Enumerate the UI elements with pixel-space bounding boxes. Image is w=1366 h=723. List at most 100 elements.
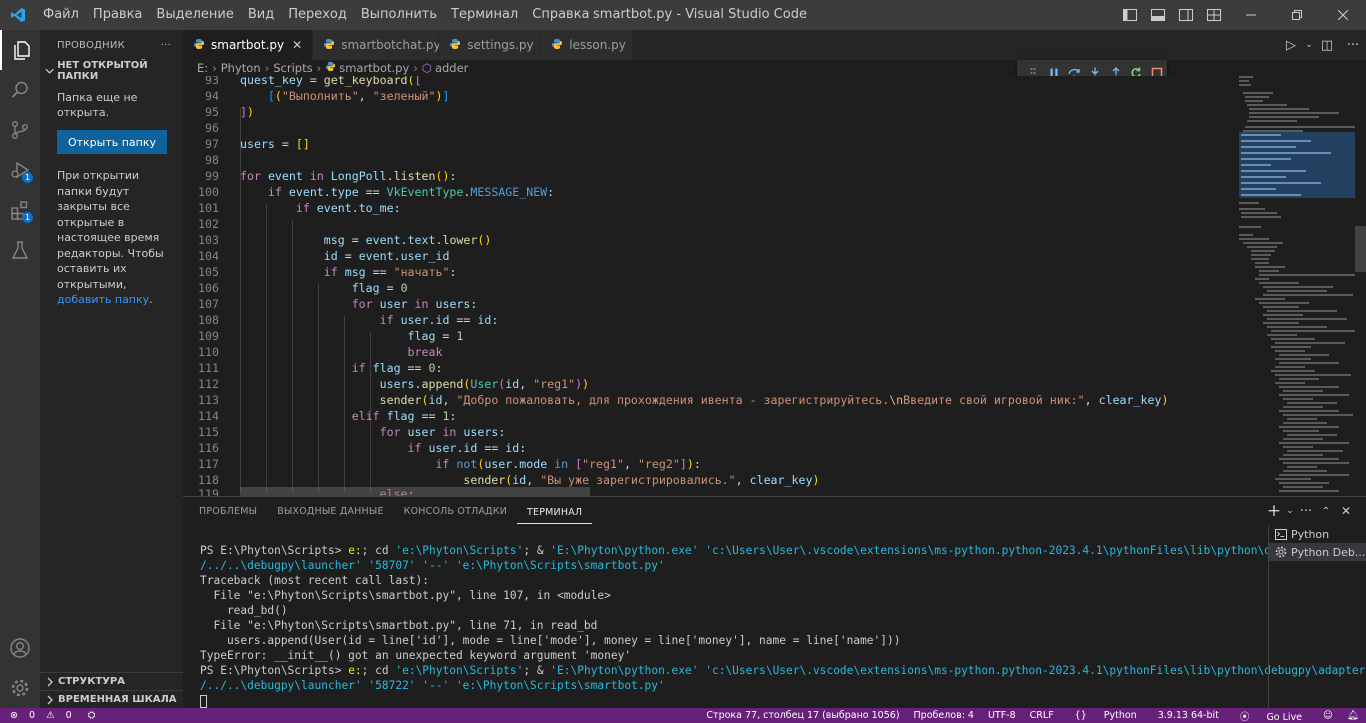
language-mode[interactable]: {} Python <box>1061 710 1151 721</box>
code-line: 96 <box>205 121 219 135</box>
vertical-scrollbar[interactable] <box>1355 76 1366 496</box>
terminal-cmd-cd: ; cd <box>361 544 396 557</box>
toggle-sidebar-icon[interactable] <box>1116 0 1144 30</box>
line-ending[interactable]: CRLF <box>1023 710 1061 721</box>
horizontal-scrollbar[interactable] <box>240 487 590 496</box>
python-file-icon <box>449 38 461 53</box>
python-interpreter[interactable]: 3.9.13 64-bit <box>1151 710 1226 721</box>
close-panel-icon[interactable]: ✕ <box>1336 504 1356 518</box>
breadcrumb-folder-phyton[interactable]: Phyton <box>221 61 261 75</box>
code-line: 101 if event.to_me: <box>198 201 401 215</box>
terminal-cursor <box>200 694 207 708</box>
more-actions-icon[interactable]: ··· <box>161 40 171 51</box>
tab-terminal[interactable]: ТЕРМИНАЛ <box>517 500 593 524</box>
editor-more-icon[interactable]: ··· <box>1340 38 1366 53</box>
tab-label: smartbot.py <box>211 38 285 52</box>
tab-settings[interactable]: settings.py <box>439 30 542 60</box>
terminal-output[interactable]: PS E:\Phyton\Scripts> e:; cd 'e:\Phyton\… <box>200 543 1365 708</box>
traceback-line: File "e:\Phyton\Scripts\smartbot.py", li… <box>200 619 598 632</box>
notifications-bell-icon[interactable]: 🔔︎ <box>1340 710 1366 721</box>
terminal-cmd-cd: ; cd <box>361 664 396 677</box>
customize-layout-icon[interactable] <box>1200 0 1228 30</box>
toggle-panel-icon[interactable] <box>1144 0 1172 30</box>
title-bar: Файл Правка Выделение Вид Переход Выполн… <box>0 0 1366 30</box>
tab-output[interactable]: ВЫХОДНЫЕ ДАННЫЕ <box>267 497 393 527</box>
problems-status[interactable]: ⊗ 0 ⚠ 0 <box>10 710 80 721</box>
braces-icon: {} <box>1074 710 1087 721</box>
error-icon: ⊗ <box>10 710 18 721</box>
restore-button[interactable] <box>1274 0 1320 30</box>
maximize-panel-icon[interactable]: ⌃ <box>1316 506 1336 517</box>
extensions-icon[interactable]: 1 <box>0 190 40 230</box>
cursor-position[interactable]: Строка 77, столбец 17 (выбрано 1056) <box>699 710 906 721</box>
tab-debug-console[interactable]: КОНСОЛЬ ОТЛАДКИ <box>394 497 517 527</box>
testing-icon[interactable] <box>0 230 40 270</box>
code-line: 111 if flag == 0: <box>198 361 443 375</box>
code-editor[interactable]: 93 quest_key = get_keyboard([ 94 [("Выпол… <box>183 76 1235 496</box>
terminal-dropdown-chevron-icon[interactable]: ⌄ <box>1284 506 1296 516</box>
tab-lesson[interactable]: lesson.py <box>541 30 634 60</box>
minimize-button[interactable] <box>1228 0 1274 30</box>
menu-run[interactable]: Выполнить <box>354 0 444 30</box>
no-folder-section[interactable]: НЕТ ОТКРЫТОЙ ПАПКИ <box>40 60 183 82</box>
terminal-item-python-debug[interactable]: Python Deb... <box>1269 543 1366 561</box>
toggle-secondary-sidebar-icon[interactable] <box>1172 0 1200 30</box>
breadcrumb-symbol[interactable]: adder <box>435 61 468 75</box>
status-bar: ⊗ 0 ⚠ 0 ⛭ Строка 77, столбец 17 (выбрано… <box>0 708 1366 723</box>
outline-section[interactable]: СТРУКТУРА <box>40 672 183 690</box>
split-editor-icon[interactable]: ◫ <box>1314 38 1340 53</box>
breadcrumb-file[interactable]: smartbot.py <box>339 61 409 75</box>
tab-smartbotchat[interactable]: smartbotchat.py <box>313 30 441 60</box>
menu-file[interactable]: Файл <box>36 0 86 30</box>
new-terminal-icon[interactable]: + <box>1264 501 1284 521</box>
no-folder-title: НЕТ ОТКРЫТОЙ ПАПКИ <box>57 60 148 82</box>
terminal-launcher: 'c:\Users\User\.vscode\extensions\ms-pyt… <box>698 544 1366 557</box>
menu-terminal[interactable]: Терминал <box>444 0 525 30</box>
panel-more-icon[interactable]: ··· <box>1296 504 1316 519</box>
error-line: TypeError: __init__() got an unexpected … <box>200 649 632 662</box>
scrollbar-thumb[interactable] <box>1355 226 1366 272</box>
warning-icon: ⚠ <box>46 710 55 721</box>
menu-go[interactable]: Переход <box>281 0 354 30</box>
open-folder-button[interactable]: Открыть папку <box>57 130 167 154</box>
accounts-icon[interactable] <box>0 628 40 668</box>
breadcrumb-symbol-icon: ⬡ <box>421 61 432 75</box>
menu-selection[interactable]: Выделение <box>149 0 240 30</box>
code-line: 102 <box>198 217 219 231</box>
code-line: 103 msg = event.text.lower() <box>198 233 492 247</box>
breadcrumb-drive[interactable]: E: <box>197 61 208 75</box>
debug-launch-icon[interactable]: ⛭ <box>88 710 96 721</box>
code-line: 98 <box>205 153 219 167</box>
run-debug-icon[interactable]: 1 <box>0 150 40 190</box>
tab-smartbot[interactable]: smartbot.py ✕ <box>183 30 314 60</box>
terminal-prompt: PS E:\Phyton\Scripts> <box>200 544 349 557</box>
source-control-icon[interactable] <box>0 110 40 150</box>
menu-view[interactable]: Вид <box>241 0 281 30</box>
indentation[interactable]: Пробелов: 4 <box>907 710 981 721</box>
search-icon[interactable] <box>0 70 40 110</box>
timeline-section[interactable]: ВРЕМЕННАЯ ШКАЛА <box>40 690 183 708</box>
traceback-line: Traceback (most recent call last): <box>200 574 430 587</box>
no-folder-text: Папка еще не открыта. <box>57 91 138 119</box>
go-live-button[interactable]: ⦿ Go Live <box>1226 709 1316 723</box>
run-dropdown-chevron-icon[interactable]: ⌄ <box>1304 40 1314 50</box>
feedback-icon[interactable]: ☺ <box>1316 710 1340 721</box>
breadcrumb-folder-scripts[interactable]: Scripts <box>273 61 312 75</box>
run-python-file-icon[interactable]: ▷ <box>1278 38 1304 53</box>
code-line: 117 if not(user.mode in ["reg1", "reg2"]… <box>198 457 701 471</box>
close-window-button[interactable] <box>1320 0 1366 30</box>
breadcrumb-python-icon <box>325 61 336 75</box>
terminal-item-python[interactable]: Python <box>1269 525 1366 543</box>
minimap[interactable] <box>1235 76 1355 496</box>
manage-gear-icon[interactable] <box>0 668 40 708</box>
tab-problems[interactable]: ПРОБЛЕМЫ <box>189 497 267 527</box>
close-tab-icon[interactable]: ✕ <box>292 38 302 52</box>
add-folder-link[interactable]: добавить папку <box>57 293 149 306</box>
timeline-title: ВРЕМЕННАЯ ШКАЛА <box>58 694 177 705</box>
menu-edit[interactable]: Правка <box>86 0 149 30</box>
explorer-icon[interactable] <box>0 30 40 70</box>
encoding[interactable]: UTF-8 <box>981 710 1023 721</box>
broadcast-icon: ⦿ <box>1239 711 1250 723</box>
code-line: 93 quest_key = get_keyboard([ <box>205 76 422 87</box>
code-line: 113 sender(id, "Добро пожаловать, для пр… <box>198 393 1169 407</box>
